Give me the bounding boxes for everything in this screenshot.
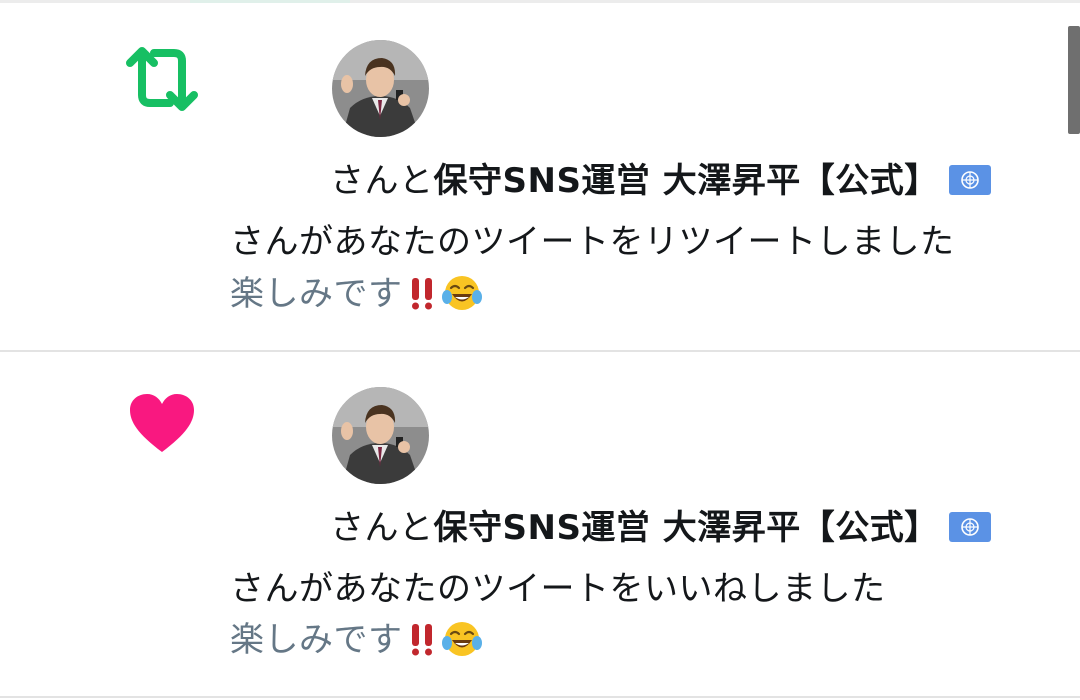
tweet-snippet[interactable]: 楽しみです <box>230 274 483 314</box>
double-exclamation-icon <box>411 277 432 309</box>
un-flag-badge <box>948 511 991 542</box>
notification-action-text: さんがあなたのツイートをリツイートしました <box>230 222 955 262</box>
name-suffix: さんと <box>330 161 434 201</box>
notification-like[interactable]: さんと保守SNS運営 大澤昇平【公式】 さんがあなたのツイートをいいねしました … <box>0 352 1060 699</box>
tweet-snippet-text: 楽しみです <box>230 274 403 314</box>
tears-of-joy-icon <box>441 621 482 656</box>
notification-action-text: さんがあなたのツイートをいいねしました <box>230 569 886 609</box>
tweet-snippet-text: 楽しみです <box>230 620 403 660</box>
double-exclamation-icon <box>411 623 432 655</box>
tears-of-joy-icon <box>441 275 482 310</box>
notification-users: さんと保守SNS運営 大澤昇平【公式】 <box>330 161 991 201</box>
notification-users: さんと保守SNS運営 大澤昇平【公式】 <box>330 508 991 548</box>
notification-divider <box>0 696 1080 698</box>
user-avatar[interactable] <box>332 387 429 484</box>
display-name[interactable]: 保守SNS運営 大澤昇平【公式】 <box>434 161 939 201</box>
notification-retweet[interactable]: さんと保守SNS運営 大澤昇平【公式】 さんがあなたのツイートをリツイートしまし… <box>0 3 1060 350</box>
scrollbar-thumb[interactable] <box>1068 26 1080 134</box>
user-avatar[interactable] <box>332 40 429 137</box>
display-name[interactable]: 保守SNS運営 大澤昇平【公式】 <box>434 508 939 548</box>
tweet-snippet[interactable]: 楽しみです <box>230 620 483 660</box>
un-flag-badge <box>948 164 991 195</box>
retweet-icon <box>126 47 198 111</box>
heart-icon <box>130 394 194 452</box>
name-suffix: さんと <box>330 508 434 548</box>
notifications-feed: さんと保守SNS運営 大澤昇平【公式】 さんがあなたのツイートをリツイートしまし… <box>0 0 1080 700</box>
